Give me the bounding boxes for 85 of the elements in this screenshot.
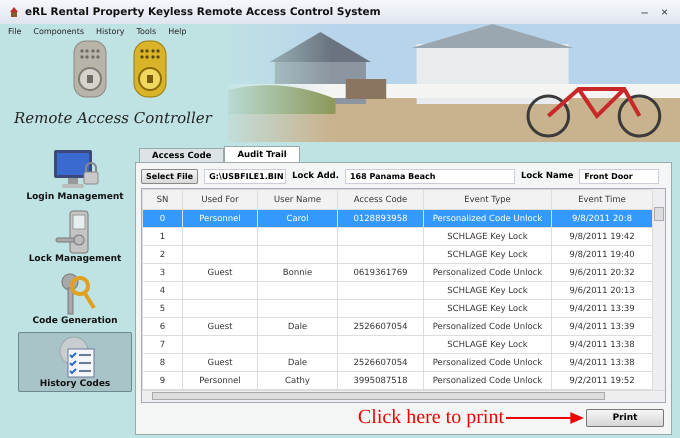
table-cell: Personalized Code Unlock xyxy=(432,268,542,278)
logo-caption: Remote Access Controller xyxy=(12,108,214,127)
table-cell: SCHLAGE Key Lock xyxy=(447,286,528,296)
table-cell: Personalized Code Unlock xyxy=(432,322,542,332)
table-cell: Bonnie xyxy=(282,268,312,278)
menu-item[interactable]: Tools xyxy=(136,27,156,36)
table-cell: 5 xyxy=(160,304,166,314)
file-path-field[interactable]: G:\USBFILE1.BIN xyxy=(204,168,286,184)
table-row[interactable]: 7 SCHLAGE Key Lock 9/4/2011 13:38 xyxy=(142,336,652,354)
select-file-button[interactable]: Select File xyxy=(141,168,198,184)
horizontal-scrollbar[interactable] xyxy=(142,390,665,402)
table-cell: 7 xyxy=(160,340,166,350)
vertical-scrollbar[interactable] xyxy=(653,189,665,390)
window-control[interactable]: – xyxy=(637,5,652,19)
column-header[interactable]: User Name xyxy=(258,190,338,210)
table-cell: 9/4/2011 13:39 xyxy=(569,322,635,332)
table-row[interactable]: 5 SCHLAGE Key Lock 9/4/2011 13:39 xyxy=(142,300,652,318)
table-cell: 4 xyxy=(160,286,166,296)
table-cell: 0128893958 xyxy=(353,214,408,224)
table-cell: 8 xyxy=(160,358,166,368)
table-cell: 2526607054 xyxy=(353,322,408,332)
lock-name-label: Lock Name xyxy=(520,171,574,181)
column-header[interactable]: SN xyxy=(142,190,182,210)
menu-item[interactable]: History xyxy=(96,27,124,36)
table-cell: 6 xyxy=(160,322,166,332)
table-row[interactable]: 4 SCHLAGE Key Lock 9/6/2011 20:13 xyxy=(142,282,652,300)
table-cell: 9/8/2011 19:40 xyxy=(569,250,635,260)
window-title: eRL Rental Property Keyless Remote Access Control System xyxy=(25,6,381,18)
table-cell: 9/8/2011 19:42 xyxy=(569,232,635,242)
sidebar-item[interactable]: Code Generation xyxy=(18,270,132,328)
table-cell: 2526607054 xyxy=(353,358,408,368)
table-cell: Guest xyxy=(208,358,232,368)
table-cell: 0619361769 xyxy=(353,268,408,278)
table-cell: 9/4/2011 13:39 xyxy=(569,304,635,314)
table-cell: SCHLAGE Key Lock xyxy=(447,340,528,350)
annotation-text: Click here to print xyxy=(358,406,504,429)
lock-address-label: Lock Add. xyxy=(292,171,339,181)
table-cell: Personalized Code Unlock xyxy=(432,358,542,368)
table-cell: Personnel xyxy=(199,376,241,386)
window-control[interactable]: × xyxy=(656,5,672,19)
table-cell: 0 xyxy=(160,214,166,224)
tab[interactable]: Access Code xyxy=(139,148,224,162)
table-cell: Guest xyxy=(208,268,232,278)
table-cell: Guest xyxy=(208,322,232,332)
table-row[interactable]: 6 Guest Dale 2526607054 Personalized Code Unlock 9/4/2011 13:39 xyxy=(142,318,652,336)
table-cell: 9/4/2011 13:38 xyxy=(569,358,635,368)
table-cell: 9/4/2011 13:38 xyxy=(569,340,635,350)
table-cell: 3 xyxy=(160,268,166,278)
table-cell: 3995087518 xyxy=(353,376,408,386)
print-button[interactable]: Print xyxy=(586,408,664,426)
column-header[interactable]: Used For xyxy=(182,190,258,210)
menu-item[interactable]: Components xyxy=(33,27,84,36)
table-cell: Carol xyxy=(286,214,308,224)
table-cell: Cathy xyxy=(285,376,310,386)
table-row[interactable]: 8 Guest Dale 2526607054 Personalized Code Unlock 9/4/2011 13:38 xyxy=(142,354,652,372)
table-cell: SCHLAGE Key Lock xyxy=(447,304,528,314)
table-cell: SCHLAGE Key Lock xyxy=(447,250,528,260)
table-cell: Dale xyxy=(288,358,308,368)
table-cell: 1 xyxy=(160,232,166,242)
menu-item[interactable]: Help xyxy=(168,27,186,36)
table-row[interactable]: 2 SCHLAGE Key Lock 9/8/2011 19:40 xyxy=(142,246,652,264)
table-row[interactable]: 1 SCHLAGE Key Lock 9/8/2011 19:42 xyxy=(142,228,652,246)
tab[interactable]: Audit Trail xyxy=(224,146,300,162)
table-cell: 9/8/2011 20:8 xyxy=(572,214,632,224)
sidebar-item[interactable]: Login Management xyxy=(18,146,132,204)
table-cell: SCHLAGE Key Lock xyxy=(447,232,528,242)
table-cell: Personalized Code Unlock xyxy=(432,214,542,224)
lock-address-field[interactable]: 168 Panama Beach xyxy=(344,168,515,184)
table-cell: 9/6/2011 20:32 xyxy=(569,268,635,278)
table-cell: 2 xyxy=(160,250,166,260)
table-cell: Personalized Code Unlock xyxy=(432,376,542,386)
column-header[interactable]: Access Code xyxy=(338,190,424,210)
lock-name-field[interactable]: Front Door xyxy=(579,168,660,184)
menu-item[interactable]: File xyxy=(8,27,22,36)
column-header[interactable]: Event Type xyxy=(424,190,552,210)
app-icon xyxy=(8,6,20,18)
sidebar-item[interactable]: History Codes xyxy=(18,332,132,392)
table-cell: Dale xyxy=(288,322,308,332)
table-cell: 9/2/2011 19:52 xyxy=(569,376,635,386)
table-cell: 9 xyxy=(160,376,166,386)
table-cell: 9/6/2011 20:13 xyxy=(569,286,635,296)
column-header[interactable]: Event Time xyxy=(552,190,652,210)
sidebar-item[interactable]: Lock Management xyxy=(18,208,132,266)
table-row[interactable]: 3 Guest Bonnie 0619361769 Personalized Code Unlock 9/6/2011 20:32 xyxy=(142,264,652,282)
table-cell: Personnel xyxy=(199,214,241,224)
